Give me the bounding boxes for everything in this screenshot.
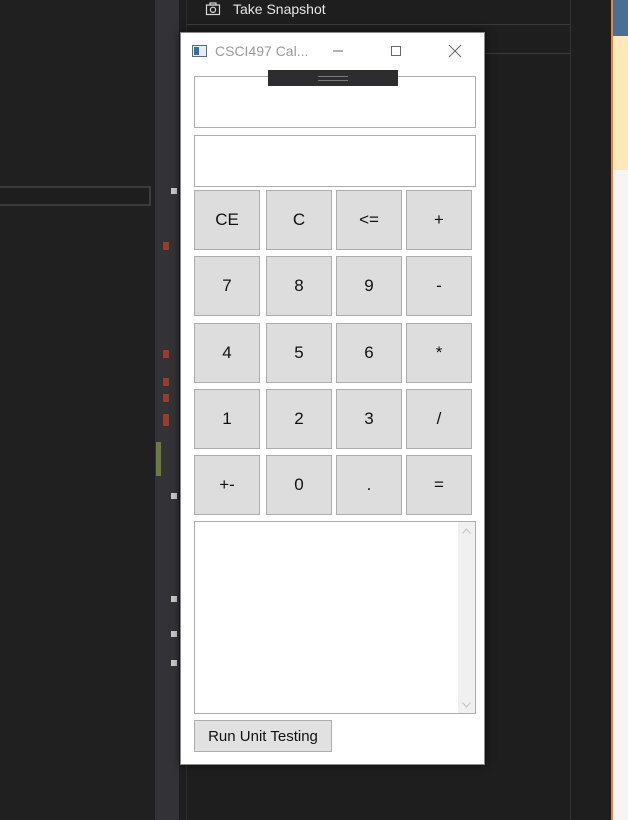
ide-editor-area — [0, 0, 155, 820]
digit-1-button[interactable]: 1 — [194, 389, 260, 449]
clear-entry-button[interactable]: CE — [194, 190, 260, 250]
gutter-marker — [171, 493, 177, 499]
title-bar[interactable]: CSCI497 Cal... — [181, 33, 484, 69]
ide-gutter — [155, 0, 179, 820]
negate-button[interactable]: +- — [194, 455, 260, 515]
panel-border — [570, 0, 571, 820]
ide-find-field[interactable] — [0, 186, 151, 206]
gutter-marker — [171, 631, 177, 637]
result-display[interactable] — [194, 135, 476, 187]
scroll-up-button[interactable] — [458, 522, 475, 539]
test-output-log[interactable] — [194, 521, 476, 714]
digit-9-button[interactable]: 9 — [336, 256, 402, 316]
chevron-up-icon — [462, 527, 471, 534]
scroll-down-button[interactable] — [458, 696, 475, 713]
minimize-icon — [333, 50, 343, 52]
gutter-marker — [171, 188, 177, 194]
chevron-down-icon — [462, 701, 471, 708]
take-snapshot-label: Take Snapshot — [233, 1, 326, 17]
digit-8-button[interactable]: 8 — [266, 256, 332, 316]
background-window-banner — [613, 36, 628, 170]
digit-4-button[interactable]: 4 — [194, 323, 260, 383]
breakpoint-marker — [163, 414, 169, 426]
clear-button[interactable]: C — [266, 190, 332, 250]
vertical-scrollbar[interactable] — [458, 522, 475, 713]
maximize-button[interactable] — [373, 33, 419, 69]
subtract-button[interactable]: - — [406, 256, 472, 316]
close-icon — [448, 44, 462, 58]
breakpoint-marker — [163, 350, 169, 358]
calculator-window: CSCI497 Cal... CE C <= + 7 8 9 - 4 5 6 *… — [180, 32, 485, 765]
run-unit-testing-button[interactable]: Run Unit Testing — [194, 720, 332, 752]
backspace-button[interactable]: <= — [336, 190, 402, 250]
background-window-titlebar — [613, 0, 628, 36]
breakpoint-marker — [163, 394, 169, 402]
minimize-button[interactable] — [315, 33, 361, 69]
debug-toolbar-handle[interactable] — [268, 70, 398, 86]
digit-0-button[interactable]: 0 — [266, 455, 332, 515]
breakpoint-marker — [163, 242, 169, 250]
multiply-button[interactable]: * — [406, 323, 472, 383]
digit-2-button[interactable]: 2 — [266, 389, 332, 449]
window-title: CSCI497 Cal... — [215, 43, 309, 59]
decimal-button[interactable]: . — [336, 455, 402, 515]
gutter-marker — [171, 660, 177, 666]
gutter-marker — [171, 596, 177, 602]
maximize-icon — [391, 46, 401, 56]
add-button[interactable]: + — [406, 190, 472, 250]
digit-6-button[interactable]: 6 — [336, 323, 402, 383]
digit-5-button[interactable]: 5 — [266, 323, 332, 383]
close-button[interactable] — [432, 33, 478, 69]
panel-divider — [187, 24, 571, 25]
app-icon — [192, 45, 207, 57]
take-snapshot-button[interactable]: Take Snapshot — [205, 0, 326, 18]
equals-button[interactable]: = — [406, 455, 472, 515]
change-marker — [156, 442, 161, 476]
divide-button[interactable]: / — [406, 389, 472, 449]
digit-7-button[interactable]: 7 — [194, 256, 260, 316]
camera-icon — [205, 2, 221, 16]
digit-3-button[interactable]: 3 — [336, 389, 402, 449]
breakpoint-marker — [163, 378, 169, 386]
